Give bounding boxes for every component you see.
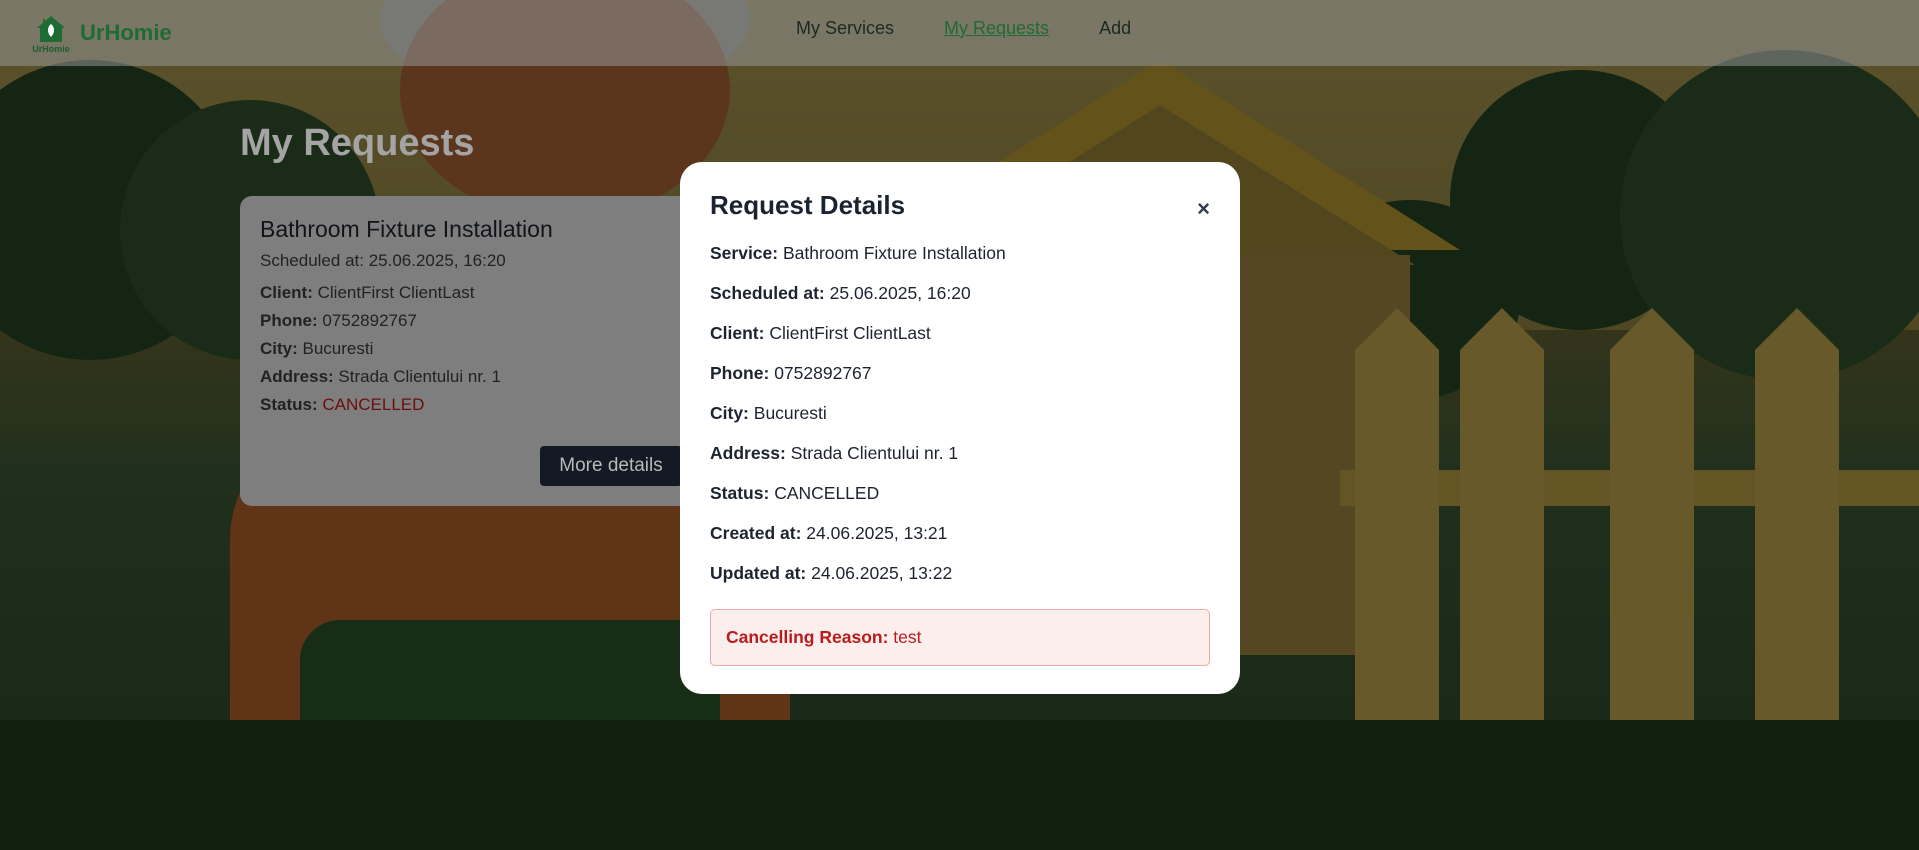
nav-add[interactable]: Add [1099, 18, 1131, 39]
brand-name[interactable]: UrHomie [80, 20, 172, 46]
card-city: City: Bucuresti [260, 339, 374, 358]
nav-links: My Services My Requests Add [796, 18, 1131, 39]
nav-my-services[interactable]: My Services [796, 18, 894, 39]
nav-my-requests[interactable]: My Requests [944, 18, 1049, 39]
card-client: Client: ClientFirst ClientLast [260, 283, 475, 302]
detail-scheduled: Scheduled at: 25.06.2025, 16:20 [710, 283, 971, 303]
detail-status: Status: CANCELLED [710, 483, 880, 503]
cancelling-reason-alert: Cancelling Reason: test [710, 609, 1210, 666]
detail-list: Service: Bathroom Fixture Installation S… [710, 243, 1210, 603]
more-details-button[interactable]: More details [540, 446, 682, 486]
status-badge: CANCELLED [322, 395, 425, 414]
detail-address: Address: Strada Clientului nr. 1 [710, 443, 959, 463]
card-title: Bathroom Fixture Installation [260, 216, 553, 242]
top-navbar: UrHomie UrHomie My Services My Requests … [0, 0, 1919, 66]
brand[interactable]: UrHomie UrHomie [29, 13, 172, 54]
house-logo-icon: UrHomie [29, 13, 73, 54]
detail-created: Created at: 24.06.2025, 13:21 [710, 523, 948, 543]
card-status: Status: CANCELLED [260, 395, 425, 414]
logo-text: UrHomie [32, 44, 70, 54]
detail-client: Client: ClientFirst ClientLast [710, 323, 931, 343]
modal-title: Request Details [710, 190, 906, 220]
detail-phone: Phone: 0752892767 [710, 363, 872, 383]
request-card: Bathroom Fixture Installation Scheduled … [240, 196, 710, 506]
card-phone: Phone: 0752892767 [260, 311, 417, 330]
card-scheduled: Scheduled at: 25.06.2025, 16:20 [260, 251, 506, 270]
card-address: Address: Strada Clientului nr. 1 [260, 367, 501, 386]
close-icon[interactable]: × [1197, 198, 1210, 220]
reason-label: Cancelling Reason: [726, 627, 889, 647]
request-details-modal: Request Details × Service: Bathroom Fixt… [680, 162, 1240, 694]
detail-city: City: Bucuresti [710, 403, 827, 423]
reason-value: test [893, 627, 922, 647]
page-title: My Requests [240, 122, 475, 164]
detail-service: Service: Bathroom Fixture Installation [710, 243, 1006, 263]
detail-updated: Updated at: 24.06.2025, 13:22 [710, 563, 953, 583]
